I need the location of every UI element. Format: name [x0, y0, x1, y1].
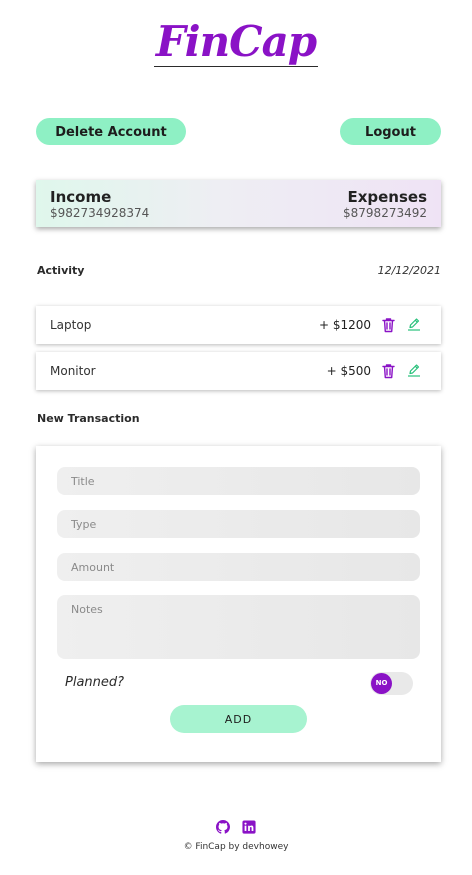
planned-toggle[interactable]: NO — [370, 672, 413, 695]
transaction-name: Monitor — [50, 364, 96, 378]
copyright-text: © FinCap by devhowey — [183, 842, 289, 852]
title-input[interactable] — [57, 467, 420, 495]
edit-icon[interactable] — [407, 363, 421, 377]
transaction-amount: + $1200 — [318, 318, 371, 332]
income-label: Income — [50, 188, 112, 206]
activity-heading: Activity — [37, 264, 85, 277]
toggle-knob: NO — [371, 673, 392, 694]
transaction-row: Monitor + $500 — [36, 352, 441, 390]
add-transaction-button[interactable]: ADD — [170, 705, 307, 733]
expenses-label: Expenses — [347, 188, 427, 206]
logout-button[interactable]: Logout — [340, 118, 441, 145]
transaction-name: Laptop — [50, 318, 92, 332]
transaction-amount: + $500 — [326, 364, 371, 378]
trash-icon[interactable] — [381, 363, 396, 379]
notes-textarea[interactable] — [57, 595, 420, 659]
expenses-value: $8798273492 — [343, 206, 427, 220]
delete-account-button[interactable]: Delete Account — [36, 118, 186, 145]
income-value: $982734928374 — [50, 206, 150, 220]
type-input[interactable] — [57, 510, 420, 538]
income-block: Income $982734928374 — [50, 188, 149, 221]
new-transaction-heading: New Transaction — [37, 412, 140, 425]
page: FinCap Delete Account Logout Income $982… — [0, 0, 472, 875]
planned-label: Planned? — [65, 675, 125, 690]
edit-icon[interactable] — [407, 317, 421, 331]
trash-icon[interactable] — [381, 317, 396, 333]
balance-summary-card: Income $982734928374 Expenses $879827349… — [36, 180, 441, 227]
amount-input[interactable] — [57, 553, 420, 581]
new-transaction-form: Planned? NO ADD — [36, 446, 441, 762]
github-icon[interactable] — [216, 819, 231, 834]
transaction-row: Laptop + $1200 — [36, 306, 441, 344]
footer-social-links — [0, 816, 472, 834]
app-logo[interactable]: FinCap — [153, 18, 319, 67]
expenses-block: Expenses $8798273492 — [343, 188, 427, 221]
activity-date: 12/12/2021 — [377, 264, 441, 277]
linkedin-icon[interactable] — [241, 819, 256, 834]
logo: FinCap — [0, 18, 472, 67]
